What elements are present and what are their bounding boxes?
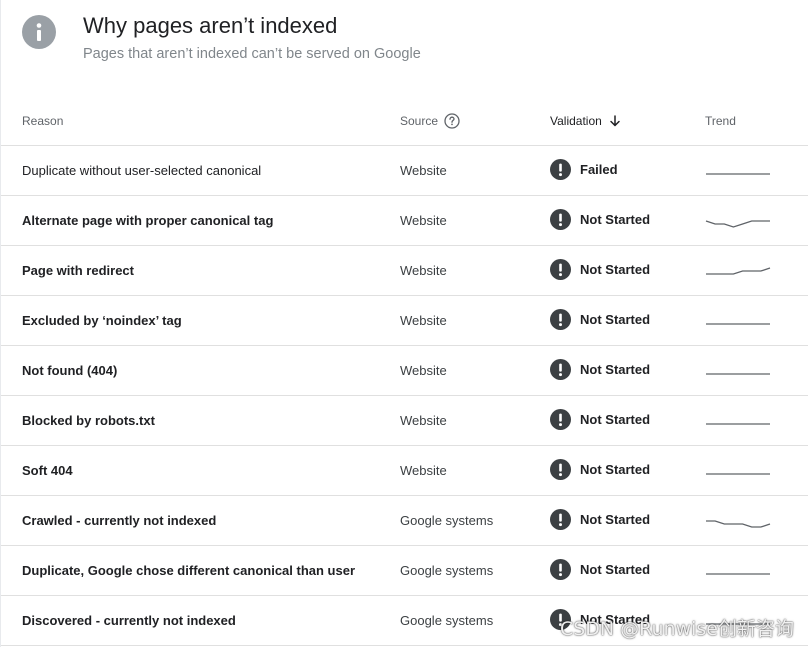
row-reason: Excluded by ‘noindex’ tag xyxy=(22,313,182,328)
row-reason: Duplicate without user-selected canonica… xyxy=(22,163,262,178)
exclamation-icon xyxy=(550,458,571,480)
column-header-source-label: Source xyxy=(400,113,439,128)
info-icon xyxy=(22,15,56,49)
table-row[interactable]: Soft 404 Website Not Started xyxy=(1,445,808,496)
row-source: Website xyxy=(400,213,447,228)
row-validation-label: Not Started xyxy=(580,261,651,277)
row-reason: Duplicate, Google chose different canoni… xyxy=(22,563,356,578)
exclamation-icon xyxy=(550,158,571,180)
table-row[interactable]: Crawled - currently not indexed Google s… xyxy=(1,495,808,546)
table-header-row: Reason Source Validation Trend xyxy=(1,96,808,146)
row-trend-sparkline xyxy=(705,219,770,228)
exclamation-icon xyxy=(550,508,571,530)
row-source: Website xyxy=(400,163,447,178)
row-source: Website xyxy=(400,313,447,328)
table-row[interactable]: Blocked by robots.txt Website Not Starte… xyxy=(1,395,808,446)
row-validation-label: Not Started xyxy=(580,511,651,527)
row-reason: Soft 404 xyxy=(22,463,73,478)
row-trend-sparkline xyxy=(706,372,770,375)
row-validation-label: Not Started xyxy=(580,311,651,327)
issues-table: Reason Source Validation Trend Duplicate… xyxy=(1,96,808,646)
row-trend-sparkline xyxy=(706,422,770,425)
table-row[interactable]: Not found (404) Website Not Started xyxy=(1,345,808,396)
table-row[interactable]: Duplicate without user-selected canonica… xyxy=(1,145,808,196)
table-row[interactable]: Alternate page with proper canonical tag… xyxy=(1,195,808,246)
row-source: Google systems xyxy=(400,613,494,628)
row-validation-label: Not Started xyxy=(580,211,651,227)
table-row[interactable]: Excluded by ‘noindex’ tag Website Not St… xyxy=(1,295,808,346)
row-validation: Not Started xyxy=(550,358,651,380)
row-reason: Blocked by robots.txt xyxy=(22,413,155,428)
row-trend-sparkline xyxy=(706,572,770,575)
card-header: Why pages aren’t indexed Pages that aren… xyxy=(1,0,808,90)
row-source: Google systems xyxy=(400,513,494,528)
row-reason: Discovered - currently not indexed xyxy=(22,613,236,628)
row-source: Website xyxy=(400,263,447,278)
help-icon[interactable] xyxy=(444,112,460,129)
row-reason: Alternate page with proper canonical tag xyxy=(22,213,274,228)
card-subtitle: Pages that aren’t indexed can’t be serve… xyxy=(83,46,421,62)
table-row[interactable]: Duplicate, Google chose different canoni… xyxy=(1,545,808,596)
column-header-trend: Trend xyxy=(705,96,808,146)
arrow-down-icon[interactable] xyxy=(608,114,622,128)
row-source: Google systems xyxy=(400,563,494,578)
row-validation: Not Started xyxy=(550,558,651,580)
trend-line xyxy=(706,266,771,275)
row-source: Website xyxy=(400,363,447,378)
row-validation: Not Started xyxy=(550,208,651,230)
trend-line xyxy=(706,519,771,528)
column-header-validation-label: Validation xyxy=(550,113,602,128)
column-header-validation[interactable]: Validation xyxy=(550,96,705,146)
row-reason: Page with redirect xyxy=(22,263,134,278)
row-validation-label: Not Started xyxy=(580,561,651,577)
issues-table-body: Duplicate without user-selected canonica… xyxy=(1,145,808,646)
column-header-source[interactable]: Source xyxy=(400,96,550,146)
row-trend-sparkline xyxy=(706,472,770,475)
trend-line xyxy=(705,219,770,228)
table-row[interactable]: Page with redirect Website Not Started xyxy=(1,245,808,296)
row-source: Website xyxy=(400,463,447,478)
row-validation: Failed xyxy=(550,158,618,180)
row-trend-sparkline xyxy=(706,172,770,175)
column-header-trend-label: Trend xyxy=(705,113,736,128)
row-trend-sparkline xyxy=(706,519,771,528)
row-source: Website xyxy=(400,413,447,428)
exclamation-icon xyxy=(550,358,571,380)
exclamation-icon xyxy=(550,258,571,280)
exclamation-icon xyxy=(550,308,571,330)
card-title: Why pages aren’t indexed xyxy=(83,13,338,38)
row-validation: Not Started xyxy=(550,458,651,480)
column-header-reason-label: Reason xyxy=(22,113,64,128)
row-validation-label: Failed xyxy=(580,161,618,177)
row-validation: Not Started xyxy=(550,308,651,330)
row-trend-sparkline xyxy=(706,266,771,275)
row-reason: Crawled - currently not indexed xyxy=(22,513,217,528)
row-validation: Not Started xyxy=(550,258,651,280)
page-indexing-card: Why pages aren’t indexed Pages that aren… xyxy=(0,0,808,647)
exclamation-icon xyxy=(550,558,571,580)
column-header-reason[interactable]: Reason xyxy=(1,96,400,146)
exclamation-icon xyxy=(550,408,571,430)
watermark: CSDN @Runwise创新咨询 xyxy=(559,618,794,640)
row-validation-label: Not Started xyxy=(580,411,651,427)
row-validation: Not Started xyxy=(550,508,651,530)
exclamation-icon xyxy=(550,208,571,230)
row-validation: Not Started xyxy=(550,408,651,430)
row-trend-sparkline xyxy=(706,322,770,325)
row-validation-label: Not Started xyxy=(580,461,651,477)
row-reason: Not found (404) xyxy=(22,363,118,378)
row-validation-label: Not Started xyxy=(580,361,651,377)
